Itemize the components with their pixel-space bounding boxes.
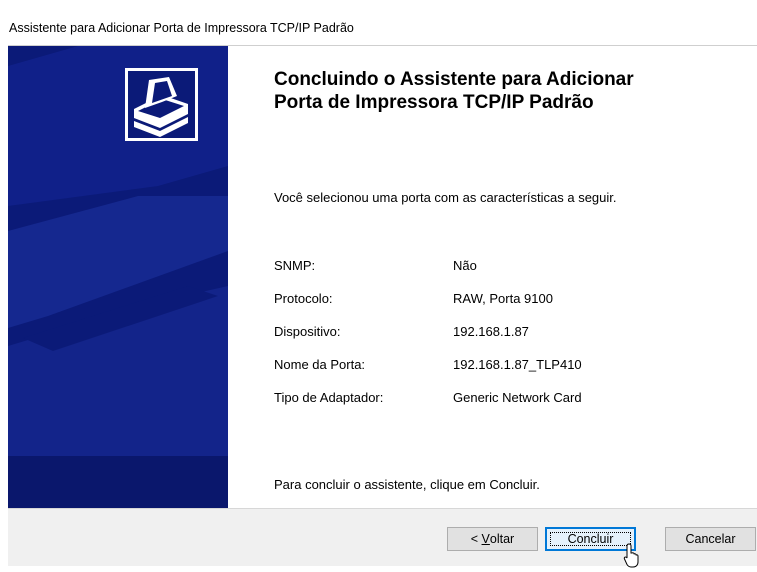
back-button-prefix: < (470, 532, 482, 546)
cancel-button-label: Cancelar (685, 532, 736, 546)
wizard-banner (8, 46, 228, 508)
detail-value: Não (453, 258, 477, 273)
page-title-line-2: Porta de Impressora TCP/IP Padrão (274, 92, 594, 113)
wizard-content: Concluindo o Assistente para Adicionar P… (228, 46, 757, 508)
detail-value: Generic Network Card (453, 390, 582, 405)
button-bar: < Voltar Concluir Cancelar (8, 508, 757, 566)
back-button-mnemonic: V (481, 532, 490, 546)
wizard-window: Assistente para Adicionar Porta de Impre… (0, 0, 757, 569)
detail-label: Dispositivo: (274, 324, 341, 339)
printer-icon (125, 68, 198, 141)
detail-label: Nome da Porta: (274, 357, 366, 372)
cancel-button[interactable]: Cancelar (665, 527, 756, 551)
page-title-line-1: Concluindo o Assistente para Adicionar (274, 69, 634, 90)
detail-label: Protocolo: (274, 291, 333, 306)
detail-value: 192.168.1.87_TLP410 (453, 357, 582, 372)
page-title: Concluindo o Assistente para Adicionar P… (274, 68, 744, 114)
focus-rectangle (550, 532, 631, 546)
detail-label: Tipo de Adaptador: (274, 390, 384, 405)
intro-text: Você selecionou uma porta com as caracte… (274, 190, 617, 205)
mouse-cursor-icon (623, 543, 643, 569)
detail-value: 192.168.1.87 (453, 324, 529, 339)
back-button[interactable]: < Voltar (447, 527, 538, 551)
window-title: Assistente para Adicionar Porta de Impre… (9, 21, 354, 35)
back-button-rest: oltar (489, 532, 515, 546)
title-bar[interactable]: Assistente para Adicionar Porta de Impre… (0, 0, 757, 40)
detail-label: SNMP: (274, 258, 316, 273)
finish-instruction: Para concluir o assistente, clique em Co… (274, 477, 540, 492)
detail-value: RAW, Porta 9100 (453, 291, 553, 306)
